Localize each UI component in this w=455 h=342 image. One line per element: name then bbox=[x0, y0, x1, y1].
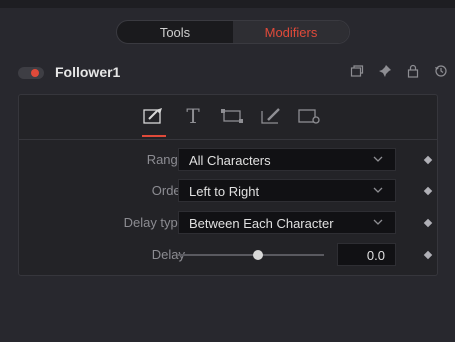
order-keyframe-button[interactable] bbox=[423, 186, 433, 196]
delay-type-value: Between Each Character bbox=[189, 216, 334, 231]
delay-slider-handle[interactable] bbox=[253, 250, 264, 260]
inspector-icon-strip: T bbox=[19, 95, 437, 140]
delay-slider[interactable] bbox=[178, 250, 324, 260]
inspector-window: Tools Modifiers Follower1 T Range All Ch… bbox=[0, 0, 455, 342]
chevron-down-icon bbox=[373, 152, 383, 169]
text-icon[interactable]: T bbox=[179, 104, 207, 128]
delay-type-dropdown[interactable]: Between Each Character bbox=[178, 211, 396, 234]
node-header: Follower1 bbox=[18, 62, 448, 84]
range-dropdown[interactable]: All Characters bbox=[178, 148, 396, 171]
range-keyframe-button[interactable] bbox=[423, 155, 433, 165]
order-value: Left to Right bbox=[189, 184, 260, 199]
inspector-panel: T Range All Characters Order Left to Rig… bbox=[18, 94, 438, 276]
order-dropdown[interactable]: Left to Right bbox=[178, 179, 396, 202]
order-row: Order Left to Right bbox=[19, 179, 437, 203]
window-top-border bbox=[0, 0, 455, 8]
transform-icon[interactable] bbox=[218, 105, 246, 127]
tab-tools[interactable]: Tools bbox=[117, 21, 233, 43]
timing-icon[interactable] bbox=[140, 105, 168, 127]
delay-type-keyframe-button[interactable] bbox=[423, 218, 433, 228]
reset-icon[interactable] bbox=[434, 64, 448, 78]
delay-keyframe-button[interactable] bbox=[423, 250, 433, 260]
active-tab-underline bbox=[142, 135, 166, 137]
shading-icon[interactable] bbox=[257, 105, 285, 127]
version-icon[interactable] bbox=[350, 64, 364, 78]
delay-row: Delay 0.0 bbox=[19, 243, 437, 267]
pin-icon[interactable] bbox=[378, 64, 392, 78]
lock-icon[interactable] bbox=[406, 64, 420, 78]
inspector-tabs: Tools Modifiers bbox=[116, 20, 350, 44]
node-enable-toggle[interactable] bbox=[18, 67, 44, 79]
chevron-down-icon bbox=[373, 215, 383, 232]
tab-modifiers[interactable]: Modifiers bbox=[233, 21, 349, 43]
delay-value: 0.0 bbox=[366, 248, 385, 263]
delay-type-label: Delay type bbox=[123, 215, 185, 230]
node-header-icons bbox=[350, 64, 448, 78]
chevron-down-icon bbox=[373, 183, 383, 200]
range-row: Range All Characters bbox=[19, 148, 437, 172]
node-title: Follower1 bbox=[55, 64, 121, 80]
delay-type-row: Delay type Between Each Character bbox=[19, 211, 437, 235]
delay-input[interactable]: 0.0 bbox=[337, 243, 396, 266]
range-value: All Characters bbox=[189, 153, 271, 168]
settings-icon[interactable] bbox=[296, 105, 324, 127]
